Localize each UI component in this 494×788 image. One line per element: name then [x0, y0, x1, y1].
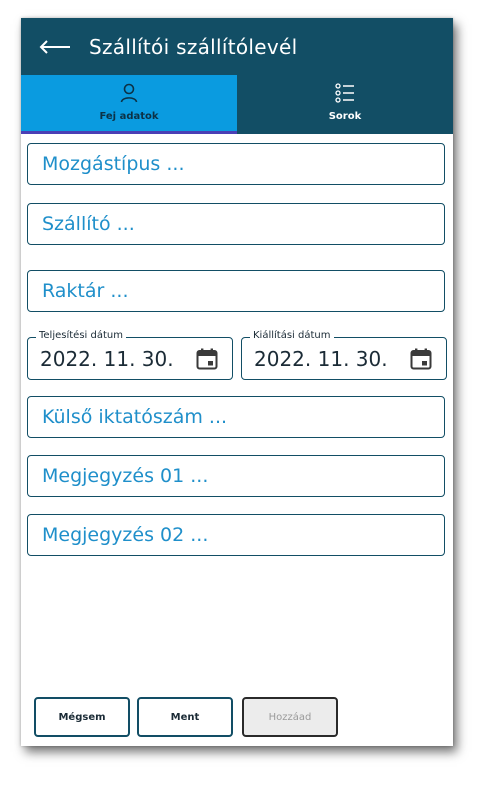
teljesitesi-datum-label: Teljesítési dátum	[36, 330, 126, 341]
cancel-button-label: Mégsem	[58, 711, 106, 723]
list-icon	[335, 83, 354, 103]
kulso-iktatoszam-field[interactable]: Külső iktatószám ...	[27, 396, 445, 438]
teljesitesi-datum-value: 2022. 11. 30.	[40, 347, 174, 371]
tab-bar: Fej adatok Sorok	[21, 75, 453, 134]
szallito-placeholder: Szállító ...	[42, 213, 135, 235]
app-window: Szállítói szállítólevél Fej adatok Sorok…	[21, 18, 453, 746]
kiallitasi-datum-value: 2022. 11. 30.	[254, 347, 388, 371]
cancel-button[interactable]: Mégsem	[34, 697, 130, 737]
kiallitasi-datum-label: Kiállítási dátum	[250, 330, 334, 341]
calendar-icon[interactable]	[196, 348, 218, 370]
app-bar: Szállítói szállítólevél	[21, 18, 453, 75]
tab-label: Fej adatok	[99, 111, 159, 122]
add-button[interactable]: Hozzáad	[242, 697, 338, 737]
mozgastipus-placeholder: Mozgástípus ...	[42, 153, 185, 175]
mozgastipus-field[interactable]: Mozgástípus ...	[27, 143, 445, 185]
raktar-placeholder: Raktár ...	[42, 280, 129, 302]
szallito-field[interactable]: Szállító ...	[27, 203, 445, 245]
raktar-field[interactable]: Raktár ...	[27, 270, 445, 312]
page-title: Szállítói szállítólevél	[89, 34, 298, 59]
teljesitesi-datum-field[interactable]: Teljesítési dátum 2022. 11. 30.	[27, 330, 233, 380]
calendar-icon[interactable]	[410, 348, 432, 370]
megjegyzes-01-field[interactable]: Megjegyzés 01 ...	[27, 455, 445, 497]
tab-label: Sorok	[328, 111, 362, 122]
add-button-label: Hozzáad	[268, 711, 312, 723]
megjegyzes-01-placeholder: Megjegyzés 01 ...	[42, 465, 209, 487]
arrow-left-icon	[39, 39, 70, 54]
save-button-label: Ment	[170, 711, 200, 723]
tab-sorok[interactable]: Sorok	[237, 75, 453, 134]
tab-fej-adatok[interactable]: Fej adatok	[21, 75, 237, 134]
user-icon	[120, 83, 138, 103]
megjegyzes-02-placeholder: Megjegyzés 02 ...	[42, 524, 209, 546]
kulso-iktatoszam-placeholder: Külső iktatószám ...	[42, 406, 228, 428]
megjegyzes-02-field[interactable]: Megjegyzés 02 ...	[27, 514, 445, 556]
back-button[interactable]	[39, 37, 75, 57]
kiallitasi-datum-field[interactable]: Kiállítási dátum 2022. 11. 30.	[241, 330, 447, 380]
save-button[interactable]: Ment	[137, 697, 233, 737]
